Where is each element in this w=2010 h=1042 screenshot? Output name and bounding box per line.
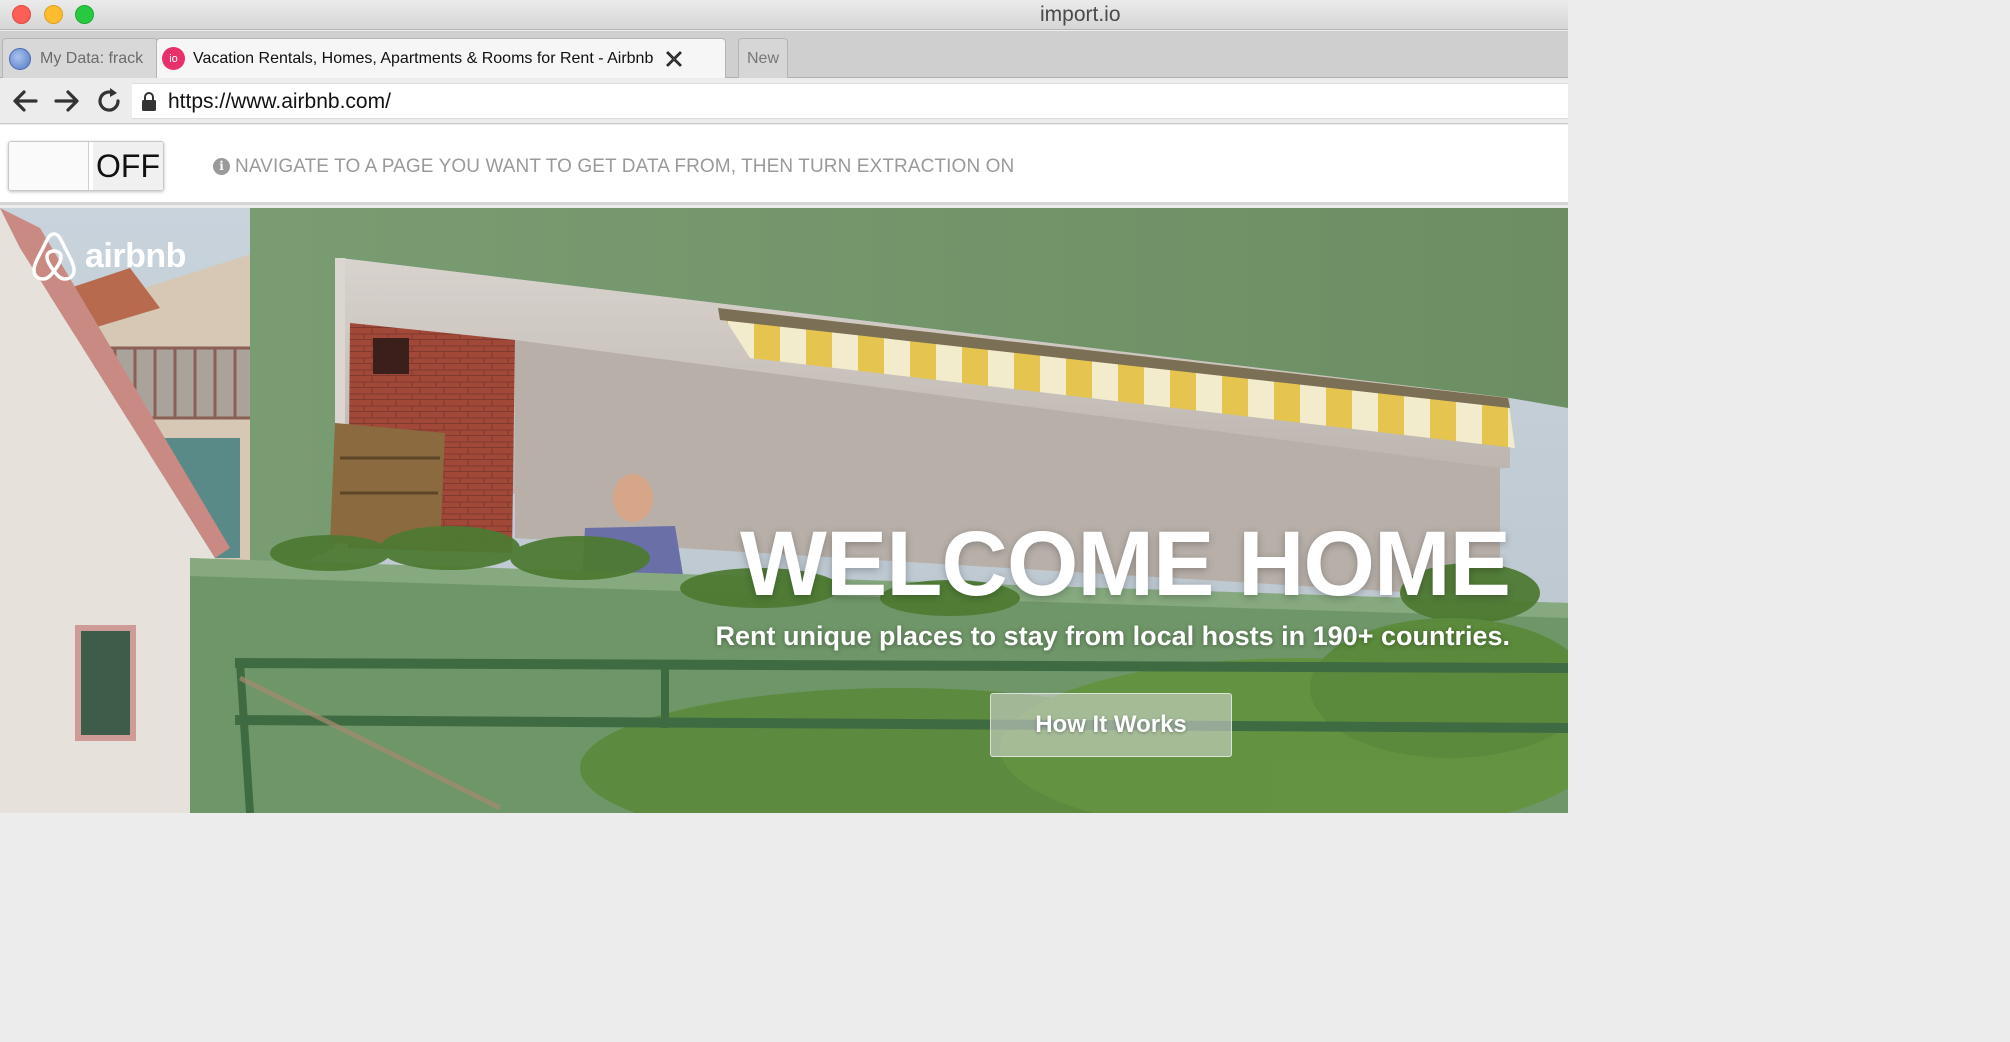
tab-new[interactable]: New <box>738 38 788 78</box>
reload-icon[interactable] <box>94 86 124 116</box>
lock-icon <box>142 92 156 111</box>
globe-icon <box>9 47 31 70</box>
back-arrow-icon[interactable] <box>10 86 40 116</box>
tab-airbnb[interactable]: io Vacation Rentals, Homes, Apartments &… <box>156 38 726 78</box>
tab-bar: My Data: frack io Vacation Rentals, Home… <box>0 31 1568 78</box>
hero-background-image <box>0 208 1568 813</box>
airbnb-logo[interactable]: airbnb <box>30 230 186 282</box>
maximize-window-button[interactable] <box>75 5 94 24</box>
hero-section: airbnb WELCOME HOME Rent unique places t… <box>0 208 1568 813</box>
window-titlebar: import.io <box>0 0 1568 30</box>
extraction-toggle[interactable]: OFF <box>8 141 164 191</box>
url-text: https://www.airbnb.com/ <box>168 90 391 113</box>
airbnb-belo-icon <box>32 232 76 281</box>
close-window-button[interactable] <box>12 5 31 24</box>
tab-my-data[interactable]: My Data: frack <box>2 38 158 78</box>
airbnb-wordmark: airbnb <box>85 236 186 275</box>
forward-arrow-icon[interactable] <box>52 86 82 116</box>
tab-label: My Data: frack <box>40 49 144 67</box>
toggle-label: OFF <box>93 142 163 190</box>
how-it-works-button[interactable]: How It Works <box>990 693 1232 757</box>
extraction-message: NAVIGATE TO A PAGE YOU WANT TO GET DATA … <box>235 156 1015 177</box>
toggle-knob <box>9 142 89 190</box>
hero-subheadline: Rent unique places to stay from local ho… <box>715 621 1510 651</box>
io-icon: io <box>162 47 185 70</box>
navigation-bar: https://www.airbnb.com/ <box>0 78 1568 124</box>
tab-label: Vacation Rentals, Homes, Apartments & Ro… <box>193 49 654 67</box>
tab-label: New <box>746 49 779 67</box>
hero-headline: WELCOME HOME <box>740 513 1511 615</box>
minimize-window-button[interactable] <box>44 5 63 24</box>
address-bar[interactable]: https://www.airbnb.com/ <box>132 83 1568 119</box>
info-icon: i <box>213 158 230 175</box>
extraction-bar: OFF i NAVIGATE TO A PAGE YOU WANT TO GET… <box>0 125 1568 205</box>
tab-close-icon[interactable] <box>665 50 683 68</box>
window-title: import.io <box>1040 3 1121 26</box>
